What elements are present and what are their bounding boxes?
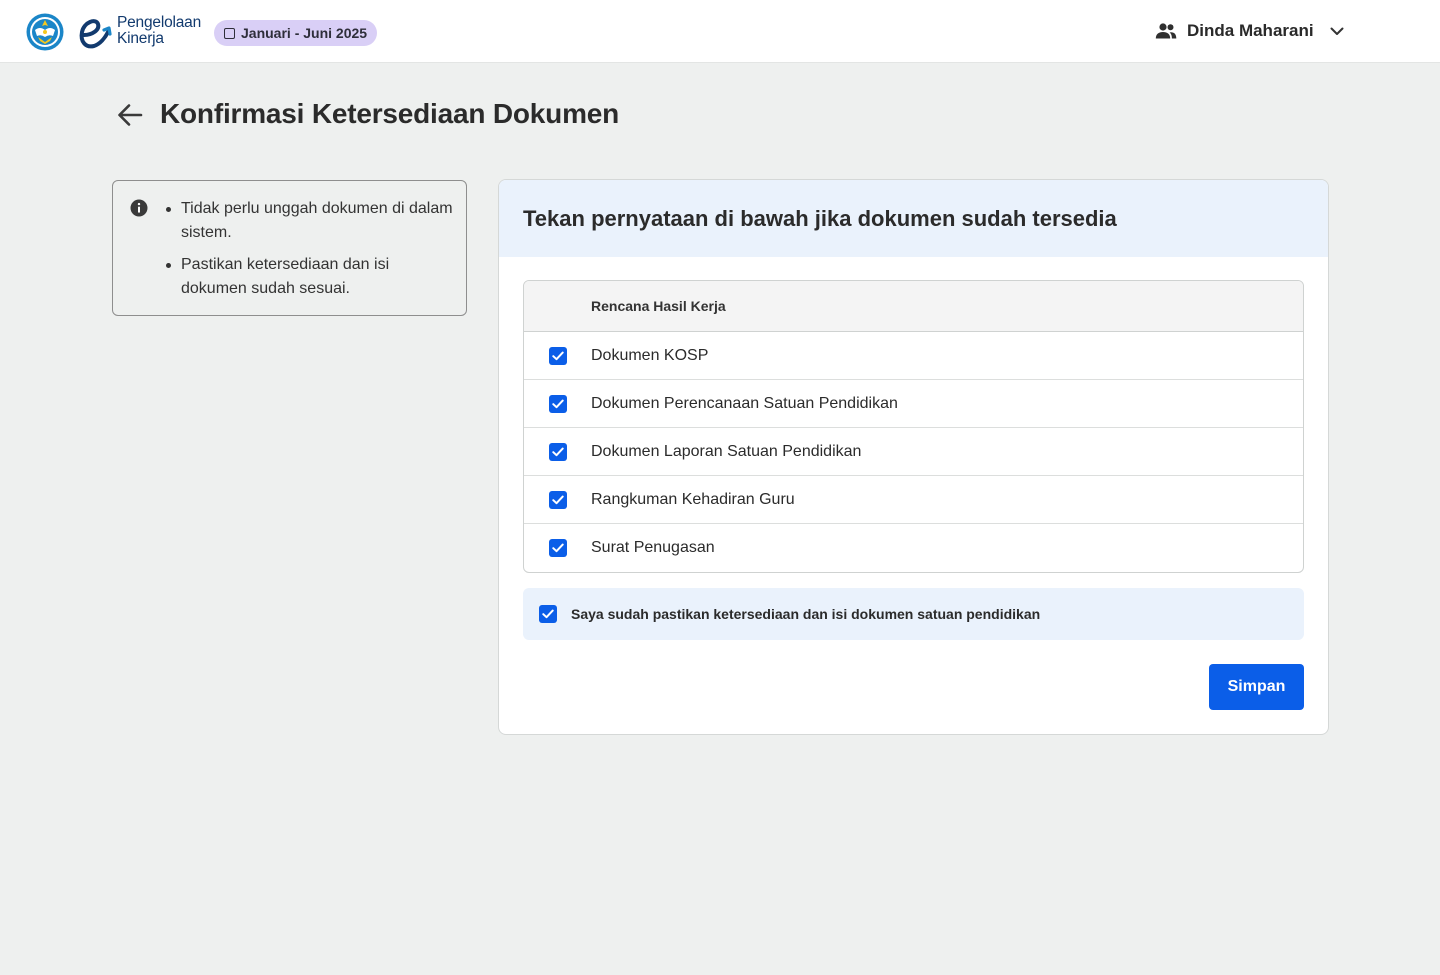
card-header: Tekan pernyataan di bawah jika dokumen s… xyxy=(499,180,1328,257)
check-icon xyxy=(551,399,564,408)
table-row[interactable]: Dokumen KOSP xyxy=(524,332,1303,380)
period-badge: Januari - Juni 2025 xyxy=(214,20,378,46)
checkbox-cell xyxy=(524,442,591,461)
brand-line-2: Kinerja xyxy=(117,30,164,47)
document-confirmation-card: Tekan pernyataan di bawah jika dokumen s… xyxy=(498,179,1329,735)
brand-e-icon xyxy=(79,19,112,49)
info-item: Tidak perlu unggah dokumen di dalam sist… xyxy=(163,197,453,245)
confirmation-statement[interactable]: Saya sudah pastikan ketersediaan dan isi… xyxy=(523,588,1304,640)
page-title: Konfirmasi Ketersediaan Dokumen xyxy=(160,98,620,129)
document-checkbox[interactable] xyxy=(548,490,567,509)
info-icon xyxy=(130,199,148,217)
table-row[interactable]: Surat Penugasan xyxy=(524,524,1303,572)
brand-line-1: Pengelolaan xyxy=(117,14,201,31)
table-row[interactable]: Dokumen Perencanaan Satuan Pendidikan xyxy=(524,380,1303,428)
top-navbar: Pengelolaan Kinerja Januari - Juni 2025 … xyxy=(0,0,1440,63)
user-name: Dinda Maharani xyxy=(1187,21,1314,40)
document-label: Surat Penugasan xyxy=(591,539,715,556)
table-header: Rencana Hasil Kerja xyxy=(524,281,1303,332)
info-list: Tidak perlu unggah dokumen di dalam sist… xyxy=(163,197,453,309)
check-icon xyxy=(551,447,564,456)
document-checkbox[interactable] xyxy=(548,442,567,461)
check-icon xyxy=(542,609,554,619)
document-table: Rencana Hasil Kerja Dokumen KOSP Dokumen… xyxy=(523,280,1304,573)
chevron-down-icon[interactable] xyxy=(1326,20,1348,42)
check-icon xyxy=(551,351,564,360)
document-checkbox[interactable] xyxy=(548,394,567,413)
arrow-left-icon[interactable] xyxy=(114,99,146,131)
tut-wuri-handayani-emblem[interactable] xyxy=(26,13,64,51)
brand-logo[interactable]: Pengelolaan Kinerja xyxy=(78,14,208,50)
document-checkbox[interactable] xyxy=(548,539,567,557)
checkbox-cell xyxy=(524,394,591,413)
document-label: Rangkuman Kehadiran Guru xyxy=(591,490,795,508)
square-icon xyxy=(224,27,235,39)
check-icon xyxy=(551,543,564,553)
confirmation-label: Saya sudah pastikan ketersediaan dan isi… xyxy=(571,606,1041,622)
users-icon xyxy=(1155,23,1177,39)
document-label: Dokumen Perencanaan Satuan Pendidikan xyxy=(591,394,898,412)
checkbox-cell xyxy=(524,539,591,557)
table-row[interactable]: Rangkuman Kehadiran Guru xyxy=(524,476,1303,524)
check-icon xyxy=(551,495,564,504)
document-label: Dokumen Laporan Satuan Pendidikan xyxy=(591,442,862,460)
save-button[interactable]: Simpan xyxy=(1209,664,1304,710)
checkbox-cell xyxy=(524,490,591,509)
info-item: Pastikan ketersediaan dan isi dokumen su… xyxy=(163,253,453,301)
document-checkbox[interactable] xyxy=(548,346,567,365)
confirmation-checkbox[interactable] xyxy=(539,605,557,623)
checkbox-cell xyxy=(524,346,591,365)
document-label: Dokumen KOSP xyxy=(591,346,709,364)
column-header-rencana-hasil-kerja: Rencana Hasil Kerja xyxy=(591,298,726,314)
info-callout: Tidak perlu unggah dokumen di dalam sist… xyxy=(112,180,467,316)
card-title: Tekan pernyataan di bawah jika dokumen s… xyxy=(523,206,1117,231)
brand-name: Pengelolaan Kinerja xyxy=(117,15,201,47)
table-row[interactable]: Dokumen Laporan Satuan Pendidikan xyxy=(524,428,1303,476)
period-label: Januari - Juni 2025 xyxy=(241,25,368,41)
user-menu[interactable]: Dinda Maharani xyxy=(1155,18,1348,44)
